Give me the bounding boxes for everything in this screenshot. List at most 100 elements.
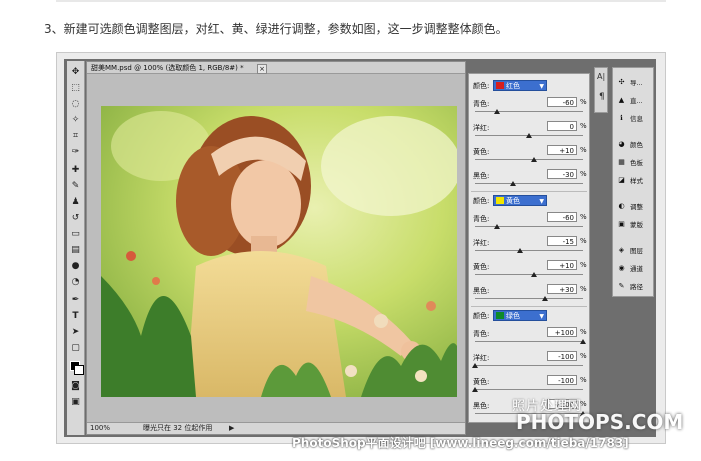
crop-tool-icon[interactable]: ⌗ (70, 131, 81, 142)
slider-value-field[interactable]: +10 (547, 260, 577, 270)
slider-value-field[interactable]: +10 (547, 145, 577, 155)
slider-value-field[interactable]: -15 (547, 236, 577, 246)
move-tool-icon[interactable]: ✥ (70, 67, 81, 78)
history-brush-tool-icon[interactable]: ↺ (70, 213, 81, 224)
slider-track[interactable] (475, 365, 583, 366)
healing-tool-icon[interactable]: ✚ (70, 165, 81, 176)
dock-item-histogram[interactable]: ▲ 直... (615, 94, 653, 108)
slider-label: 洋红: (473, 354, 490, 362)
slider-value-field[interactable]: -60 (547, 97, 577, 107)
document-window: 甜美MM.psd @ 100% (选取颜色 1, RGB/8#) * × 100… (86, 61, 466, 435)
dock-item-navigator[interactable]: ✣ 导... (615, 76, 653, 90)
magic-wand-tool-icon[interactable]: ✧ (70, 115, 81, 126)
slider-thumb[interactable] (580, 339, 586, 344)
status-menu-arrow-icon[interactable]: ▶ (229, 423, 234, 434)
document-tab[interactable]: 甜美MM.psd @ 100% (选取颜色 1, RGB/8#) * × (87, 62, 465, 74)
slider-thumb[interactable] (531, 272, 538, 277)
percent-unit: % (580, 285, 587, 293)
quick-mask-icon[interactable]: ◙ (70, 381, 81, 392)
color-dropdown-value: 红色 (506, 82, 520, 90)
blur-tool-icon[interactable]: ● (70, 261, 81, 272)
slider-thumb[interactable] (531, 157, 538, 162)
close-document-icon[interactable]: × (257, 64, 267, 74)
slider-row: 黄色: +10% (473, 260, 587, 284)
dock-item-paths[interactable]: ✎ 路径 (615, 280, 653, 294)
dock-item-label: 信息 (630, 115, 643, 123)
type-tool-icon[interactable]: T (70, 311, 81, 322)
slider-value-field[interactable]: -30 (547, 169, 577, 179)
dock-item-label: 直... (630, 97, 643, 105)
slider-label: 黄色: (473, 263, 490, 271)
slider-thumb[interactable] (472, 363, 478, 368)
background-color-swatch[interactable] (74, 365, 84, 375)
slider-track[interactable] (475, 298, 583, 299)
dock-item-layers[interactable]: ◈ 图层 (615, 244, 653, 258)
slider-thumb[interactable] (509, 181, 516, 186)
paths-icon: ✎ (618, 282, 625, 290)
slider-value-field[interactable]: 0 (547, 121, 577, 131)
color-dropdown[interactable]: 绿色 ▼ (493, 310, 547, 321)
tools-panel: ✥ ⬚ ◌ ✧ ⌗ ✑ ✚ ✎ ♟ ↺ ▭ ▤ ● ◔ ✒ T ➤ ▢ ◙ ▣ (67, 61, 85, 435)
slider-thumb[interactable] (472, 387, 478, 392)
layers-icon: ◈ (618, 246, 625, 254)
slider-track[interactable] (475, 226, 583, 227)
color-chip (496, 312, 504, 319)
slider-track[interactable] (475, 389, 583, 390)
dock-item-adjustments[interactable]: ◐ 调整 (615, 200, 653, 214)
status-bar: 100% 曝光只在 32 位起作用 ▶ (87, 422, 465, 434)
slider-track[interactable] (475, 159, 583, 160)
eyedropper-tool-icon[interactable]: ✑ (70, 147, 81, 158)
dodge-tool-icon[interactable]: ◔ (70, 277, 81, 288)
percent-unit: % (580, 328, 587, 336)
chevron-down-icon: ▼ (539, 83, 544, 90)
slider-value-field[interactable]: -100 (547, 351, 577, 361)
color-dropdown[interactable]: 黄色 ▼ (493, 195, 547, 206)
slider-track[interactable] (475, 274, 583, 275)
eraser-tool-icon[interactable]: ▭ (70, 229, 81, 240)
slider-track[interactable] (475, 341, 583, 342)
brush-tool-icon[interactable]: ✎ (70, 181, 81, 192)
chevron-down-icon: ▼ (539, 313, 544, 320)
slider-track[interactable] (475, 183, 583, 184)
photo-canvas[interactable] (101, 106, 457, 397)
slider-thumb[interactable] (542, 296, 549, 301)
stamp-tool-icon[interactable]: ♟ (70, 197, 81, 208)
shape-tool-icon[interactable]: ▢ (70, 343, 81, 354)
screen-mode-icon[interactable]: ▣ (70, 397, 81, 408)
slider-track[interactable] (475, 250, 583, 251)
color-select-row: 颜色: 绿色 ▼ (473, 310, 547, 322)
pen-tool-icon[interactable]: ✒ (70, 295, 81, 306)
slider-value-field[interactable]: +100 (547, 327, 577, 337)
top-divider (56, 0, 666, 2)
slider-value-field[interactable]: +30 (547, 284, 577, 294)
styles-icon: ◪ (618, 176, 625, 184)
gradient-tool-icon[interactable]: ▤ (70, 245, 81, 256)
color-dropdown[interactable]: 红色 ▼ (493, 80, 547, 91)
slider-thumb[interactable] (493, 109, 500, 114)
percent-unit: % (580, 352, 587, 360)
dock-item-swatches[interactable]: ▦ 色板 (615, 156, 653, 170)
dock-item-color[interactable]: ◕ 颜色 (615, 138, 653, 152)
dock-item-info[interactable]: ℹ 信息 (615, 112, 653, 126)
slider-value-field[interactable]: -100 (547, 375, 577, 385)
color-select-label: 颜色: (473, 197, 490, 205)
marquee-tool-icon[interactable]: ⬚ (70, 83, 81, 94)
character-panel-icon[interactable]: A| (597, 72, 605, 81)
paragraph-panel-icon[interactable]: ¶ (599, 92, 605, 102)
slider-thumb[interactable] (517, 248, 524, 253)
group-divider (471, 306, 587, 307)
lasso-tool-icon[interactable]: ◌ (70, 99, 81, 110)
slider-value-field[interactable]: -60 (547, 212, 577, 222)
percent-unit: % (580, 261, 587, 269)
dock-item-styles[interactable]: ◪ 样式 (615, 174, 653, 188)
zoom-level[interactable]: 100% (90, 423, 110, 434)
slider-row: 青色: +100% (473, 327, 587, 351)
dock-item-channels[interactable]: ◉ 通道 (615, 262, 653, 276)
group-divider (471, 191, 587, 192)
percent-unit: % (580, 146, 587, 154)
slider-track[interactable] (475, 111, 583, 112)
slider-thumb[interactable] (526, 133, 532, 138)
photoshop-window: ✥ ⬚ ◌ ✧ ⌗ ✑ ✚ ✎ ♟ ↺ ▭ ▤ ● ◔ ✒ T ➤ ▢ ◙ ▣ … (64, 59, 656, 437)
dock-item-masks[interactable]: ▣ 蒙版 (615, 218, 653, 232)
slider-thumb[interactable] (493, 224, 500, 229)
